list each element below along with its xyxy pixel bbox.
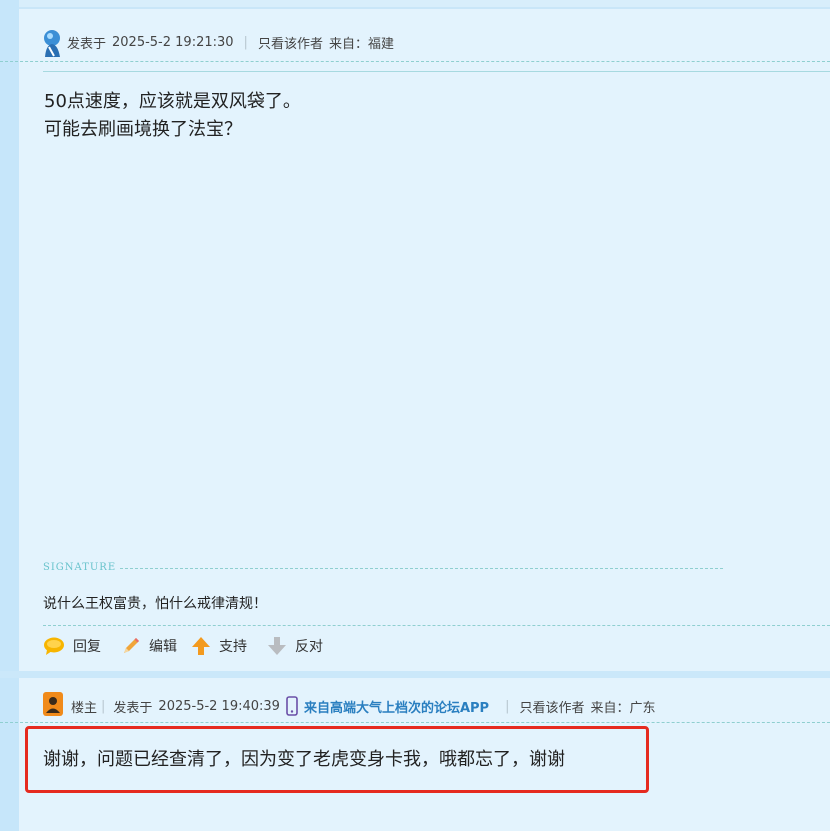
owner-badge: 楼主 [71,700,98,716]
post2-meta: 楼主 | 发表于 2025-5-2 19:40:39 来自高端大气上档次的论坛A… [71,696,656,716]
post1-author-only-link[interactable]: 只看该作者 [258,33,323,52]
post1-meta: 发表于 2025-5-2 19:21:30 | 只看该作者 来自： 福建 [67,33,394,52]
reply-label: 回复 [73,639,101,655]
post2-posted-prefix: 发表于 [113,700,153,716]
reply-button[interactable]: 回复 [43,636,101,656]
edit-label: 编辑 [149,639,177,655]
post-separator [0,671,830,678]
post2-from-location: 广东 [629,700,656,716]
post1-content-line: 可能去刷画境换了法宝？ [44,119,242,140]
actions-divider [43,625,830,626]
support-button[interactable]: 支持 [191,636,247,656]
post2-posted-time: 2025-5-2 19:40:39 [158,698,280,714]
left-column [0,0,19,831]
edit-button[interactable]: 编辑 [121,636,177,656]
pencil-icon [124,638,139,653]
top-strip [0,0,830,9]
post1-actions: 回复 编辑 支持 反对 [43,636,337,656]
oppose-label: 反对 [295,639,323,655]
reply-bubble-icon [44,637,64,655]
post1-content-line: 50点速度，应该就是双风袋了。 [44,91,301,112]
post2-header-divider [0,722,830,723]
post1-content: 50点速度，应该就是双风袋了。 可能去刷画境换了法宝？ [44,88,301,144]
up-arrow-icon [192,637,210,655]
user-avatar-icon[interactable] [42,29,63,57]
support-label: 支持 [219,639,247,655]
signature-divider [120,568,723,569]
owner-avatar-icon[interactable] [43,692,63,716]
app-source-link[interactable]: 来自高端大气上档次的论坛APP [304,697,489,716]
post1-separator: | [243,35,248,50]
down-arrow-icon [268,637,286,655]
signature-label: SIGNATURE [43,562,117,573]
post2-separator: | [101,698,106,714]
post1-from-label: 来自： [328,37,368,52]
post1-header-divider [0,61,830,62]
post1-posted-prefix: 发表于 [67,37,107,52]
post2-content: 谢谢，问题已经查清了，因为变了老虎变身卡我，哦都忘了，谢谢 [43,749,565,770]
post2-author-only-link[interactable]: 只看该作者 [519,697,584,716]
post1-from-location: 福建 [367,37,394,52]
post1-content-divider [43,71,830,72]
post2-from-label: 来自： [590,700,630,716]
oppose-button[interactable]: 反对 [267,636,323,656]
post2-separator-2: | [505,698,510,714]
signature-text: 说什么王权富贵，怕什么戒律清规！ [43,596,267,612]
phone-icon [286,696,298,716]
post1-posted-time: 2025-5-2 19:21:30 [112,35,234,50]
